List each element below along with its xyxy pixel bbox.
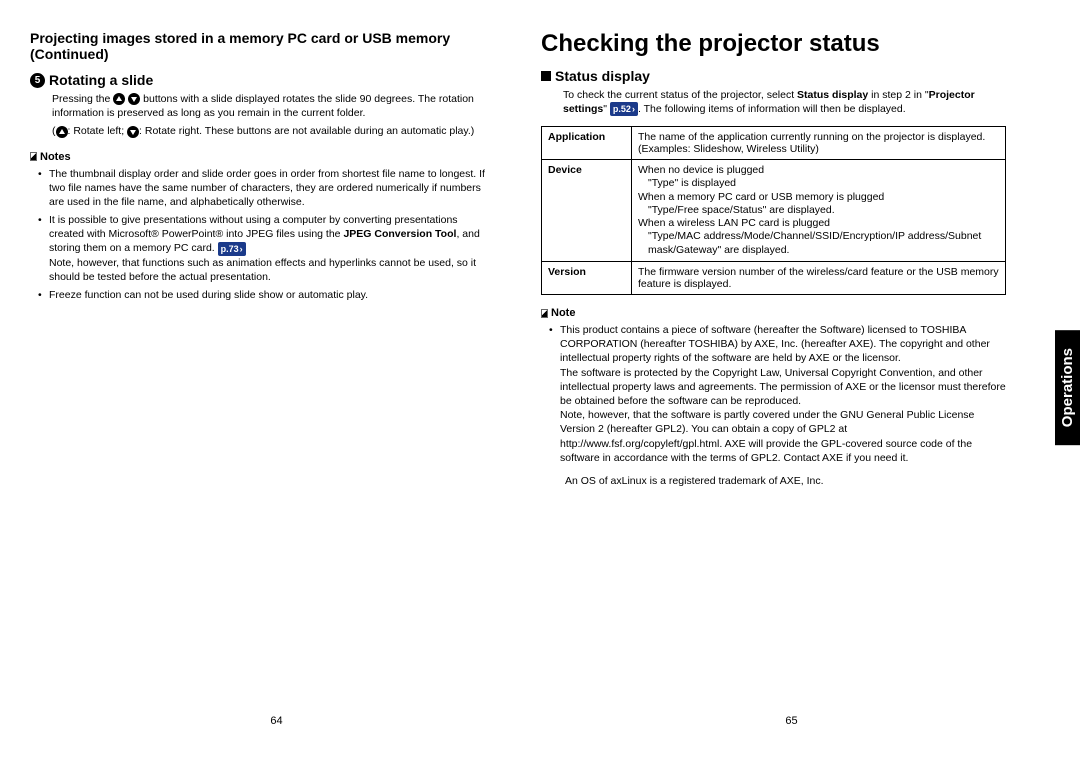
rotating-slide-title: Rotating a slide <box>49 72 153 88</box>
step-number-icon: 5 <box>30 73 45 88</box>
table-row: Device When no device is plugged "Type" … <box>542 160 1006 262</box>
page-title: Checking the projector status <box>541 30 1006 58</box>
rotating-para-1: Pressing the buttons with a slide displa… <box>52 92 495 120</box>
note-heading: Note <box>541 307 1006 319</box>
notes-heading: Notes <box>30 151 495 163</box>
note-marker-icon <box>30 152 37 161</box>
left-page: Projecting images stored in a memory PC … <box>30 30 523 733</box>
section-tab: Operations <box>1055 330 1080 445</box>
page-ref-badge: p.73› <box>218 242 246 256</box>
right-page: Checking the projector status Status dis… <box>523 30 1060 733</box>
down-button-icon <box>128 93 140 105</box>
page-ref-badge: p.52› <box>610 102 638 116</box>
note-item: This product contains a piece of softwar… <box>553 323 1006 465</box>
cell-application-body: The name of the application currently ru… <box>632 127 1006 160</box>
up-button-icon <box>56 126 68 138</box>
note-item: The thumbnail display order and slide or… <box>42 167 495 210</box>
down-button-icon <box>127 126 139 138</box>
continued-header: Projecting images stored in a memory PC … <box>30 30 495 62</box>
cell-device-body: When no device is plugged "Type" is disp… <box>632 160 1006 262</box>
cell-device-header: Device <box>542 160 632 262</box>
rotating-body: Pressing the buttons with a slide displa… <box>30 92 495 139</box>
trademark-text: An OS of axLinux is a registered tradema… <box>541 475 1006 487</box>
note-item: It is possible to give presentations wit… <box>42 213 495 284</box>
table-row: Application The name of the application … <box>542 127 1006 160</box>
cell-version-body: The firmware version number of the wirel… <box>632 262 1006 295</box>
note-list: This product contains a piece of softwar… <box>541 323 1006 465</box>
up-button-icon <box>113 93 125 105</box>
rotating-para-2: (: Rotate left; : Rotate right. These bu… <box>52 124 495 138</box>
cell-application-header: Application <box>542 127 632 160</box>
status-display-heading: Status display <box>541 68 1006 84</box>
page-number-right: 65 <box>785 715 797 727</box>
cell-version-header: Version <box>542 262 632 295</box>
notes-list: The thumbnail display order and slide or… <box>30 167 495 303</box>
note-marker-icon <box>541 309 548 318</box>
status-table: Application The name of the application … <box>541 126 1006 295</box>
page-number-left: 64 <box>270 715 282 727</box>
status-intro: To check the current status of the proje… <box>541 88 1006 116</box>
page-spread: Projecting images stored in a memory PC … <box>0 0 1080 763</box>
rotating-slide-heading: 5 Rotating a slide <box>30 72 495 88</box>
square-bullet-icon <box>541 71 551 81</box>
note-item: Freeze function can not be used during s… <box>42 288 495 302</box>
table-row: Version The firmware version number of t… <box>542 262 1006 295</box>
